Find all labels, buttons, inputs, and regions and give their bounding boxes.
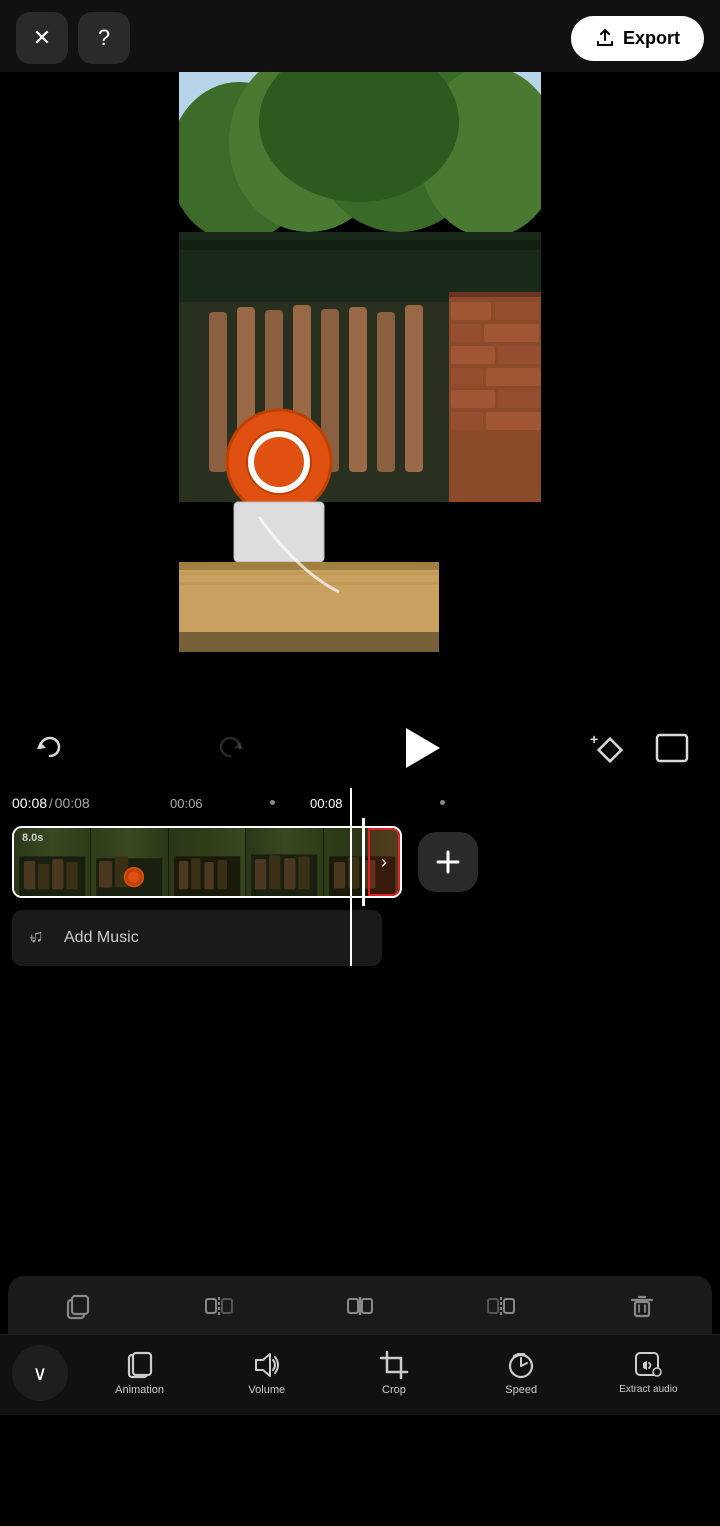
play-button[interactable] <box>392 720 448 776</box>
music-note-icon: ♫ + <box>30 924 52 952</box>
clip-duration-label: 8.0s <box>22 832 43 844</box>
timeline-dot-2 <box>440 800 445 805</box>
speed-icon <box>506 1350 536 1380</box>
svg-text:+: + <box>590 731 598 747</box>
split-center-button[interactable] <box>334 1288 386 1324</box>
playback-right-controls: + <box>584 724 696 772</box>
extract-audio-icon <box>633 1350 663 1380</box>
fullscreen-button[interactable] <box>648 724 696 772</box>
nav-label-animation: Animation <box>115 1384 164 1396</box>
empty-area <box>0 966 720 1276</box>
clip-track-container: 8.0s <box>0 818 720 906</box>
nav-items: Animation Volume Crop <box>68 1350 720 1396</box>
crop-icon <box>379 1350 409 1380</box>
keyframe-button[interactable]: + <box>584 724 632 772</box>
add-music-label: Add Music <box>64 929 139 947</box>
help-button[interactable]: ? <box>78 12 130 64</box>
play-icon <box>406 728 440 768</box>
split-center-icon <box>346 1292 374 1320</box>
redo-icon <box>216 732 248 764</box>
redo-button[interactable] <box>208 724 256 772</box>
export-button[interactable]: Export <box>571 16 704 61</box>
top-bar: ✕ ? Export <box>0 0 720 72</box>
copy-icon <box>64 1292 92 1320</box>
copy-tool-button[interactable] <box>52 1288 104 1324</box>
nav-item-speed[interactable]: Speed <box>486 1350 556 1396</box>
upload-icon <box>595 28 615 48</box>
timeline-timestamps: 00:08 / 00:08 00:06 00:08 <box>0 788 720 818</box>
nav-label-volume: Volume <box>248 1384 285 1396</box>
split-end-button[interactable] <box>475 1288 527 1324</box>
handle-arrow-icon: › <box>381 852 387 873</box>
bottom-nav: ∨ Animation Volume <box>0 1334 720 1415</box>
video-preview <box>0 72 720 708</box>
nav-label-extract-audio: Extract audio <box>619 1384 677 1396</box>
right-timestamp: 00:08 <box>310 796 343 811</box>
close-button[interactable]: ✕ <box>16 12 68 64</box>
nav-item-crop[interactable]: Crop <box>359 1350 429 1396</box>
split-start-icon <box>205 1292 233 1320</box>
trash-icon <box>628 1292 656 1320</box>
video-scene-svg <box>179 72 541 708</box>
diamond-plus-icon: + <box>590 730 626 766</box>
nav-item-extract-audio[interactable]: Extract audio <box>613 1350 683 1396</box>
delete-tool-button[interactable] <box>616 1288 668 1324</box>
svg-text:+: + <box>30 930 36 945</box>
plus-icon <box>434 848 462 876</box>
add-music-row[interactable]: ♫ + Add Music <box>12 910 382 966</box>
timeline-dot-1 <box>270 800 275 805</box>
clip-track[interactable]: 8.0s <box>12 826 402 898</box>
clip-end-handle[interactable]: › <box>368 828 400 896</box>
undo-button[interactable] <box>24 724 72 772</box>
chevron-down-icon: ∨ <box>33 1361 48 1386</box>
clip-thumb-4 <box>246 828 323 896</box>
playback-controls: + <box>0 708 720 788</box>
collapse-button[interactable]: ∨ <box>12 1345 68 1401</box>
nav-item-animation[interactable]: Animation <box>105 1350 175 1396</box>
clip-thumbnails: 8.0s <box>14 828 400 896</box>
frame-icon <box>655 733 689 763</box>
clip-track-wrapper: 8.0s <box>12 826 402 898</box>
current-time: 00:08 <box>12 795 47 811</box>
undo-icon <box>32 732 64 764</box>
nav-item-volume[interactable]: Volume <box>232 1350 302 1396</box>
clip-thumb-3 <box>169 828 246 896</box>
total-time: 00:08 <box>55 795 90 811</box>
video-canvas <box>179 72 541 708</box>
animation-icon <box>125 1350 155 1380</box>
nav-label-crop: Crop <box>382 1384 406 1396</box>
add-clip-button[interactable] <box>418 832 478 892</box>
top-bar-left: ✕ ? <box>16 12 130 64</box>
split-start-button[interactable] <box>193 1288 245 1324</box>
edit-toolbar <box>8 1276 712 1334</box>
clip-thumb-2 <box>91 828 168 896</box>
nav-label-speed: Speed <box>505 1384 537 1396</box>
split-end-icon <box>487 1292 515 1320</box>
timeline-section: 00:08 / 00:08 00:06 00:08 8.0s <box>0 788 720 966</box>
volume-icon <box>252 1350 282 1380</box>
mid-timestamp: 00:06 <box>170 796 203 811</box>
